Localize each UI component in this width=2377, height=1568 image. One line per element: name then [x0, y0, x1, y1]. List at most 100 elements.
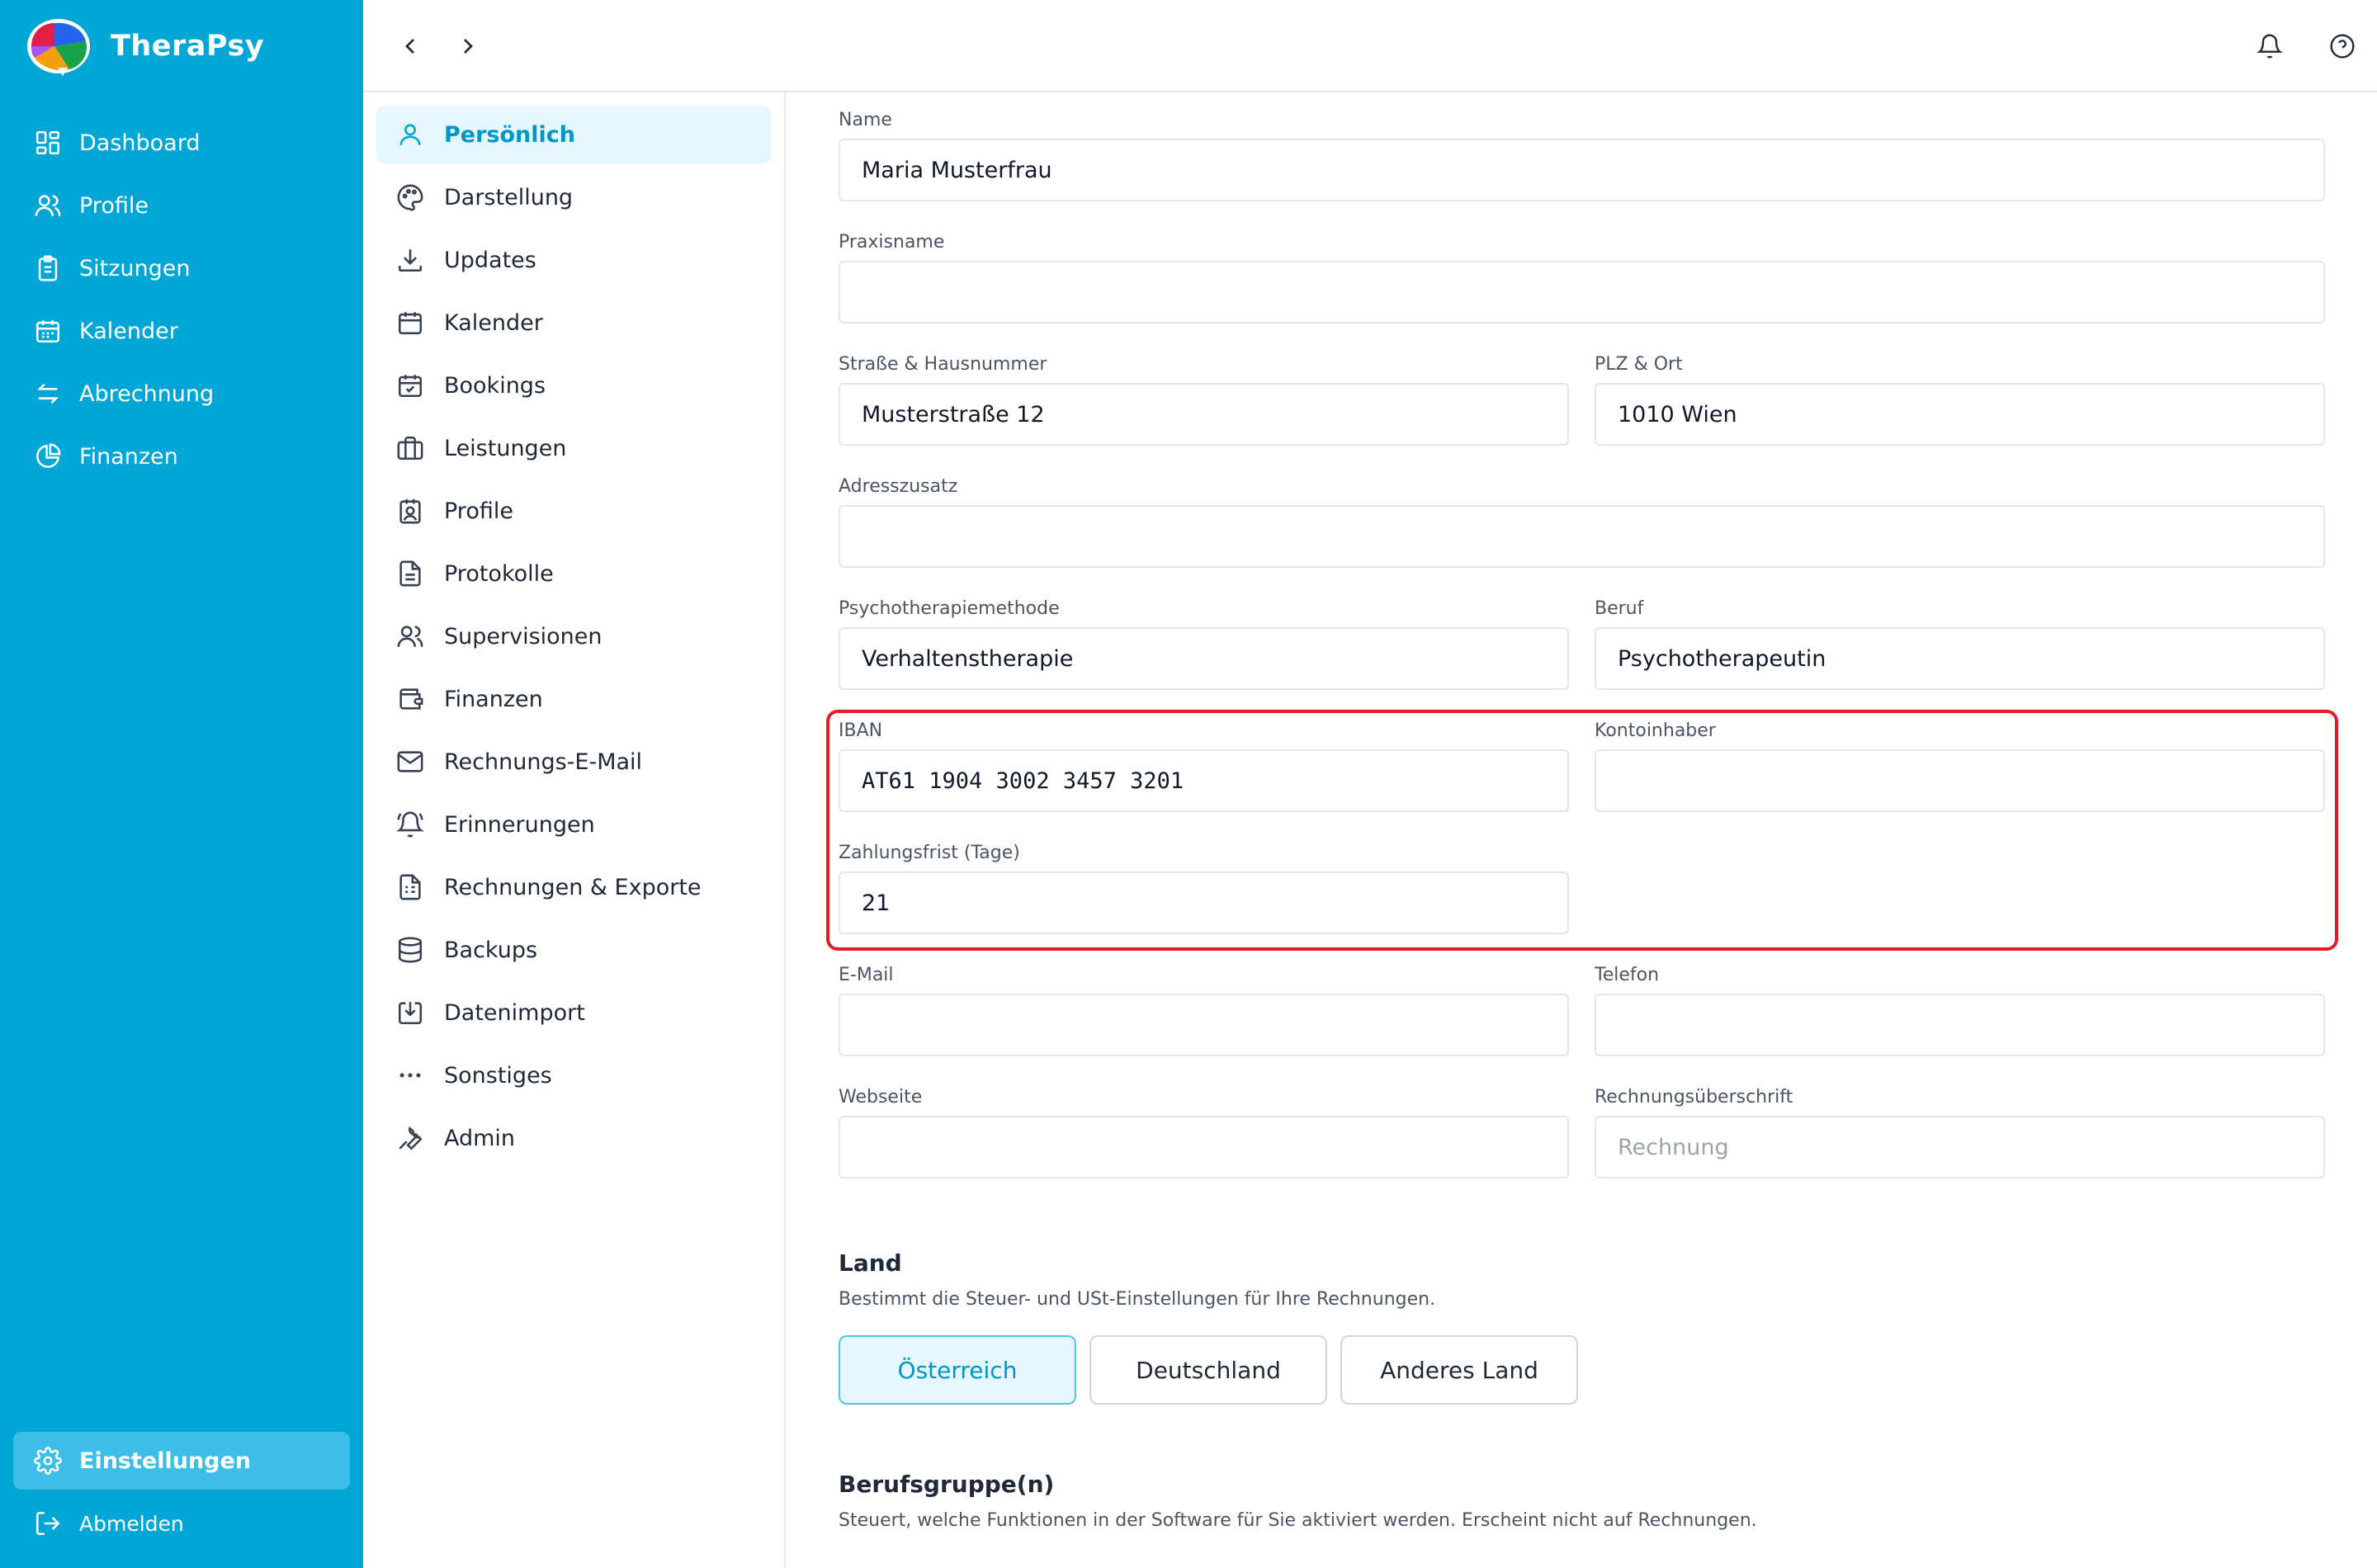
- rechnungsueberschrift-label: Rechnungsüberschrift: [1595, 1087, 1793, 1108]
- back-button[interactable]: [391, 27, 429, 65]
- nav-item-dashboard[interactable]: Dashboard: [13, 114, 350, 172]
- settings-tab-updates[interactable]: Updates: [376, 231, 771, 289]
- berufsgruppe-description: Steuert, welche Funktionen in der Softwa…: [839, 1510, 1757, 1531]
- iban-label: IBAN: [839, 720, 883, 741]
- settings-tab-label: Leistungen: [444, 435, 567, 461]
- methode-field-group: Psychotherapiemethode Verhaltenstherapie: [839, 597, 1569, 690]
- nav-item-einstellungen[interactable]: Einstellungen: [13, 1432, 350, 1490]
- settings-tab-darstellung[interactable]: Darstellung: [376, 168, 771, 226]
- invoice-icon: [395, 871, 426, 903]
- nav-item-kalender[interactable]: Kalender: [13, 302, 350, 360]
- email-label: E-Mail: [839, 965, 894, 985]
- nav-item-label: Einstellungen: [79, 1448, 252, 1474]
- settings-tab-bookings[interactable]: Bookings: [376, 357, 771, 414]
- nav-item-abrechnung[interactable]: Abrechnung: [13, 365, 350, 423]
- nav-item-label: Abmelden: [79, 1511, 184, 1536]
- settings-tab-kalender[interactable]: Kalender: [376, 294, 771, 352]
- calendar-icon: [395, 307, 426, 338]
- help-circle-icon: [2330, 34, 2355, 59]
- email-input[interactable]: [839, 994, 1569, 1056]
- methode-input[interactable]: Verhaltenstherapie: [839, 627, 1569, 690]
- praxisname-label: Praxisname: [839, 232, 945, 253]
- settings-tab-label: Admin: [444, 1125, 516, 1151]
- app-sidebar: TheraPsy Dashboard Profile Sitzungen Kal…: [0, 0, 363, 1568]
- nav-item-label: Finanzen: [79, 443, 178, 470]
- pie-chart-icon: [33, 442, 63, 471]
- nav-item-profile[interactable]: Profile: [13, 177, 350, 234]
- settings-tab-sonstiges[interactable]: Sonstiges: [376, 1046, 771, 1104]
- plz-ort-label: PLZ & Ort: [1595, 354, 1683, 375]
- logout-icon: [33, 1509, 63, 1538]
- kontoinhaber-input[interactable]: [1595, 749, 2325, 812]
- praxisname-input[interactable]: [839, 261, 2325, 324]
- more-horizontal-icon: [395, 1060, 426, 1091]
- import-icon: [395, 997, 426, 1028]
- nav-item-sitzungen[interactable]: Sitzungen: [13, 239, 350, 297]
- settings-tab-erinnerungen[interactable]: Erinnerungen: [376, 796, 771, 853]
- users-icon: [33, 191, 63, 220]
- rechnungsueberschrift-field-group: Rechnungsüberschrift Rechnung: [1595, 1086, 2325, 1178]
- chevron-left-icon: [405, 39, 414, 54]
- settings-tab-datenimport[interactable]: Datenimport: [376, 984, 771, 1041]
- settings-tab-persoenlich[interactable]: Persönlich: [376, 106, 771, 163]
- mail-icon: [395, 746, 426, 777]
- settings-tab-label: Profile: [444, 498, 513, 524]
- berufsgruppe-title: Berufsgruppe(n): [839, 1471, 1055, 1498]
- webseite-label: Webseite: [839, 1087, 923, 1108]
- forward-button[interactable]: [449, 27, 487, 65]
- country-option-deutschland[interactable]: Deutschland: [1089, 1335, 1327, 1405]
- settings-tab-rechnungen-exporte[interactable]: Rechnungen & Exporte: [376, 858, 771, 916]
- settings-tab-leistungen[interactable]: Leistungen: [376, 419, 771, 477]
- settings-tab-protokolle[interactable]: Protokolle: [376, 545, 771, 602]
- nav-item-label: Abrechnung: [79, 380, 215, 407]
- country-option-anderes-land[interactable]: Anderes Land: [1340, 1335, 1578, 1405]
- calendar-check-icon: [395, 370, 426, 401]
- kontoinhaber-label: Kontoinhaber: [1595, 720, 1716, 741]
- settings-tab-label: Datenimport: [444, 999, 585, 1026]
- zahlungsfrist-input[interactable]: 21: [839, 871, 1569, 934]
- chevron-right-icon: [464, 39, 473, 54]
- settings-tab-profile[interactable]: Profile: [376, 482, 771, 540]
- palette-icon: [395, 182, 426, 213]
- settings-tab-label: Erinnerungen: [444, 811, 595, 838]
- settings-tab-finanzen[interactable]: Finanzen: [376, 670, 771, 728]
- settings-tab-label: Updates: [444, 247, 536, 273]
- settings-tab-label: Rechnungen & Exporte: [444, 874, 702, 900]
- zahlungsfrist-label: Zahlungsfrist (Tage): [839, 843, 1020, 863]
- plz-ort-field-group: PLZ & Ort 1010 Wien: [1595, 353, 2325, 446]
- rechnungsueberschrift-input[interactable]: Rechnung: [1595, 1116, 2325, 1178]
- settings-tab-admin[interactable]: Admin: [376, 1109, 771, 1167]
- country-option-oesterreich[interactable]: Österreich: [839, 1335, 1076, 1405]
- settings-tab-supervisionen[interactable]: Supervisionen: [376, 607, 771, 665]
- settings-tab-label: Darstellung: [444, 184, 574, 210]
- strasse-input[interactable]: Musterstraße 12: [839, 383, 1569, 446]
- land-description: Bestimmt die Steuer- und USt-Einstellung…: [839, 1289, 1436, 1310]
- notifications-button[interactable]: [2251, 27, 2289, 65]
- settings-tab-label: Kalender: [444, 309, 543, 336]
- plz-ort-input[interactable]: 1010 Wien: [1595, 383, 2325, 446]
- iban-field-group: IBAN AT61 1904 3002 3457 3201: [839, 720, 1569, 812]
- iban-input[interactable]: AT61 1904 3002 3457 3201: [839, 749, 1569, 812]
- name-input[interactable]: Maria Musterfrau: [839, 139, 2325, 201]
- settings-tab-rechnungs-email[interactable]: Rechnungs-E-Mail: [376, 733, 771, 791]
- logout-button[interactable]: Abmelden: [13, 1495, 350, 1552]
- nav-item-label: Profile: [79, 192, 149, 219]
- land-title: Land: [839, 1249, 902, 1277]
- arrows-exchange-icon: [33, 379, 63, 409]
- telefon-input[interactable]: [1595, 994, 2325, 1056]
- help-button[interactable]: [2323, 27, 2361, 65]
- telefon-field-group: Telefon: [1595, 964, 2325, 1056]
- settings-tab-label: Bookings: [444, 372, 546, 399]
- adresszusatz-input[interactable]: [839, 505, 2325, 568]
- brand[interactable]: TheraPsy: [25, 15, 264, 78]
- database-icon: [395, 934, 426, 966]
- nav-item-finanzen[interactable]: Finanzen: [13, 427, 350, 485]
- webseite-input[interactable]: [839, 1116, 1569, 1178]
- name-label: Name: [839, 110, 892, 130]
- beruf-input[interactable]: Psychotherapeutin: [1595, 627, 2325, 690]
- settings-tab-backups[interactable]: Backups: [376, 921, 771, 979]
- settings-tab-label: Supervisionen: [444, 623, 603, 649]
- nav-item-label: Kalender: [79, 318, 178, 344]
- wrench-icon: [395, 1122, 426, 1154]
- calendar-icon: [33, 316, 63, 346]
